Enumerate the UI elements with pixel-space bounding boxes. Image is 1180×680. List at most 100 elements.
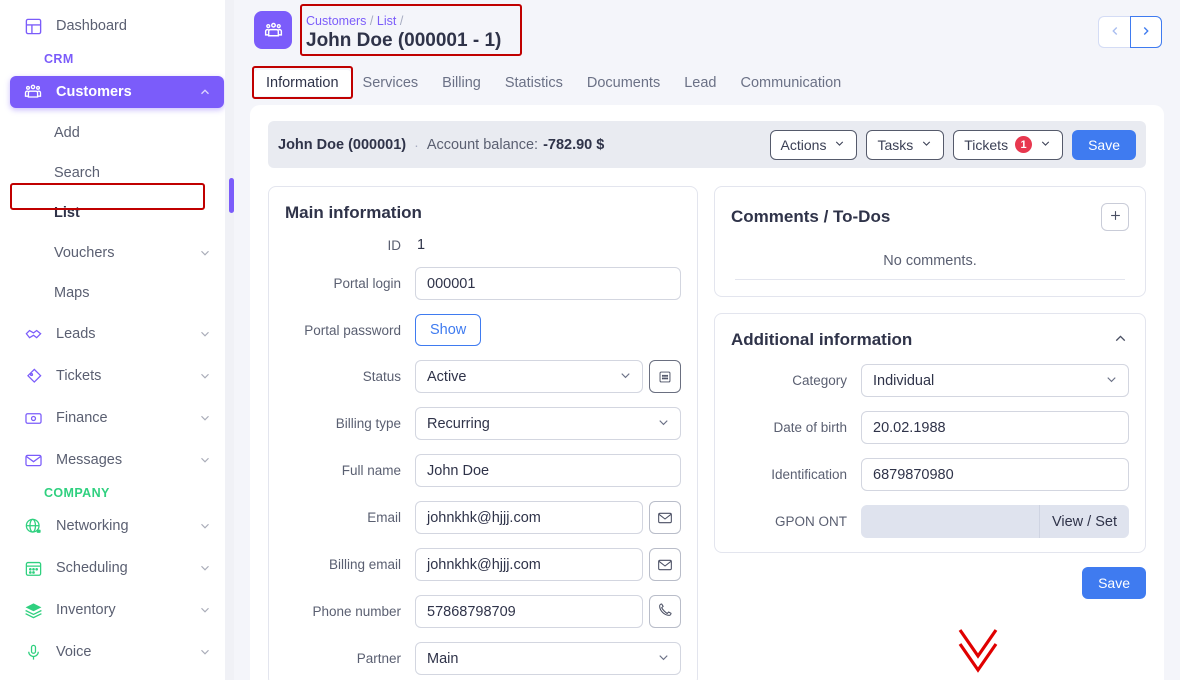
sidebar-item-list[interactable]: List xyxy=(10,198,224,228)
sidebar-item-vouchers[interactable]: Vouchers xyxy=(10,238,224,268)
sidebar-item-maps[interactable]: Maps xyxy=(10,278,224,308)
chevron-right-icon xyxy=(1139,24,1153,41)
tab-communication[interactable]: Communication xyxy=(728,70,853,96)
gpon-view-set-button[interactable]: View / Set xyxy=(1039,505,1129,538)
status-select[interactable]: Active xyxy=(415,360,643,393)
call-phone-button[interactable] xyxy=(649,595,681,628)
main-area: Customers / List / John Doe (000001 - 1) xyxy=(234,0,1180,680)
chevron-down-icon xyxy=(198,369,212,383)
field-partner: Partner Main xyxy=(285,642,681,675)
tab-lead[interactable]: Lead xyxy=(672,70,728,96)
sidebar-item-voice[interactable]: Voice xyxy=(10,636,224,668)
phone-number-input[interactable]: 57868798709 xyxy=(415,595,643,628)
category-label: Category xyxy=(731,373,861,388)
billing-type-label: Billing type xyxy=(285,416,415,431)
send-email-button[interactable] xyxy=(649,501,681,534)
customers-icon xyxy=(22,81,44,103)
gpon-ont-label: GPON ONT xyxy=(731,514,861,529)
tab-billing[interactable]: Billing xyxy=(430,70,493,96)
sidebar-item-scheduling[interactable]: Scheduling xyxy=(10,552,224,584)
chevron-down-icon xyxy=(198,645,212,659)
sidebar-item-inventory[interactable]: Inventory xyxy=(10,594,224,626)
full-name-input[interactable]: John Doe xyxy=(415,454,681,487)
sidebar-item-label: Tickets xyxy=(56,368,198,384)
portal-login-label: Portal login xyxy=(285,276,415,291)
field-portal-login: Portal login 000001 xyxy=(285,267,681,300)
portal-login-input[interactable]: 000001 xyxy=(415,267,681,300)
chevron-down-icon xyxy=(198,519,212,533)
id-value: 1 xyxy=(415,237,425,253)
plus-icon xyxy=(1108,207,1123,228)
email-input[interactable]: johnkhk@hjjj.com xyxy=(415,501,643,534)
show-password-button[interactable]: Show xyxy=(415,314,481,346)
field-identification: Identification 6879870980 xyxy=(731,458,1129,491)
send-billing-email-button[interactable] xyxy=(649,548,681,581)
additional-information-header[interactable]: Additional information xyxy=(731,330,1129,350)
comments-panel: Comments / To-Dos No comments. xyxy=(714,186,1146,297)
tab-documents[interactable]: Documents xyxy=(575,70,672,96)
page-title: John Doe (000001 - 1) xyxy=(306,29,501,53)
app-root: Dashboard CRM Customers Add xyxy=(0,0,1180,680)
sidebar-item-tickets[interactable]: Tickets xyxy=(10,360,224,392)
chevron-down-icon xyxy=(198,453,212,467)
save-button-top[interactable]: Save xyxy=(1072,130,1136,160)
comments-title: Comments / To-Dos xyxy=(731,207,890,227)
sidebar-scroll-area: Dashboard CRM Customers Add xyxy=(0,0,234,680)
id-label: ID xyxy=(285,238,415,253)
tab-label: Documents xyxy=(587,75,660,91)
prev-record-button[interactable] xyxy=(1098,16,1130,48)
tab-label: Billing xyxy=(442,75,481,91)
billing-type-select[interactable]: Recurring xyxy=(415,407,681,440)
phone-icon xyxy=(657,602,673,621)
sidebar-item-label: Voice xyxy=(56,644,198,660)
date-of-birth-input[interactable]: 20.02.1988 xyxy=(861,411,1129,444)
field-id: ID 1 xyxy=(285,237,681,253)
billing-email-label: Billing email xyxy=(285,557,415,572)
sidebar: Dashboard CRM Customers Add xyxy=(0,0,234,680)
main-information-title: Main information xyxy=(285,203,681,223)
save-button-bottom[interactable]: Save xyxy=(1082,567,1146,599)
sidebar-item-search[interactable]: Search xyxy=(10,158,224,188)
breadcrumb-separator-2: / xyxy=(400,14,403,28)
sidebar-item-add[interactable]: Add xyxy=(10,118,224,148)
billing-email-input[interactable]: johnkhk@hjjj.com xyxy=(415,548,643,581)
tab-label: Statistics xyxy=(505,75,563,91)
breadcrumb-customers[interactable]: Customers xyxy=(306,14,366,28)
no-comments-text: No comments. xyxy=(731,231,1129,279)
tab-bar: Information Services Billing Statistics … xyxy=(234,62,1180,96)
sidebar-subitem-label: Maps xyxy=(54,285,89,301)
sidebar-item-label: Messages xyxy=(56,452,198,468)
breadcrumb-list[interactable]: List xyxy=(377,14,396,28)
identification-input[interactable]: 6879870980 xyxy=(861,458,1129,491)
field-billing-email: Billing email johnkhk@hjjj.com xyxy=(285,548,681,581)
sidebar-item-customers[interactable]: Customers xyxy=(10,76,224,108)
field-gpon-ont: GPON ONT View / Set xyxy=(731,505,1129,538)
partner-select[interactable]: Main xyxy=(415,642,681,675)
tab-information[interactable]: Information xyxy=(254,70,351,96)
tickets-dropdown-button[interactable]: Tickets 1 xyxy=(953,130,1063,160)
sidebar-item-finance[interactable]: Finance xyxy=(10,402,224,434)
status-grid-button[interactable] xyxy=(649,360,681,393)
tab-services[interactable]: Services xyxy=(351,70,431,96)
sidebar-item-label: Customers xyxy=(56,84,198,100)
partner-label: Partner xyxy=(285,651,415,666)
tab-label: Information xyxy=(266,75,339,91)
breadcrumb-separator: / xyxy=(370,14,373,28)
field-full-name: Full name John Doe xyxy=(285,454,681,487)
tab-statistics[interactable]: Statistics xyxy=(493,70,575,96)
portal-password-label: Portal password xyxy=(285,323,415,338)
add-comment-button[interactable] xyxy=(1101,203,1129,231)
chevron-up-icon[interactable] xyxy=(1112,330,1129,350)
chevron-down-icon xyxy=(920,137,933,153)
sidebar-item-networking[interactable]: Networking xyxy=(10,510,224,542)
next-record-button[interactable] xyxy=(1130,16,1162,48)
sidebar-item-dashboard[interactable]: Dashboard xyxy=(10,10,224,42)
sidebar-subitem-label: Search xyxy=(54,165,100,181)
tasks-dropdown-button[interactable]: Tasks xyxy=(866,130,944,160)
actions-dropdown-button[interactable]: Actions xyxy=(770,130,858,160)
sidebar-item-leads[interactable]: Leads xyxy=(10,318,224,350)
sidebar-item-messages[interactable]: Messages xyxy=(10,444,224,476)
chevron-down-icon xyxy=(833,137,846,153)
category-select[interactable]: Individual xyxy=(861,364,1129,397)
sidebar-scrollbar-track[interactable] xyxy=(225,0,234,680)
